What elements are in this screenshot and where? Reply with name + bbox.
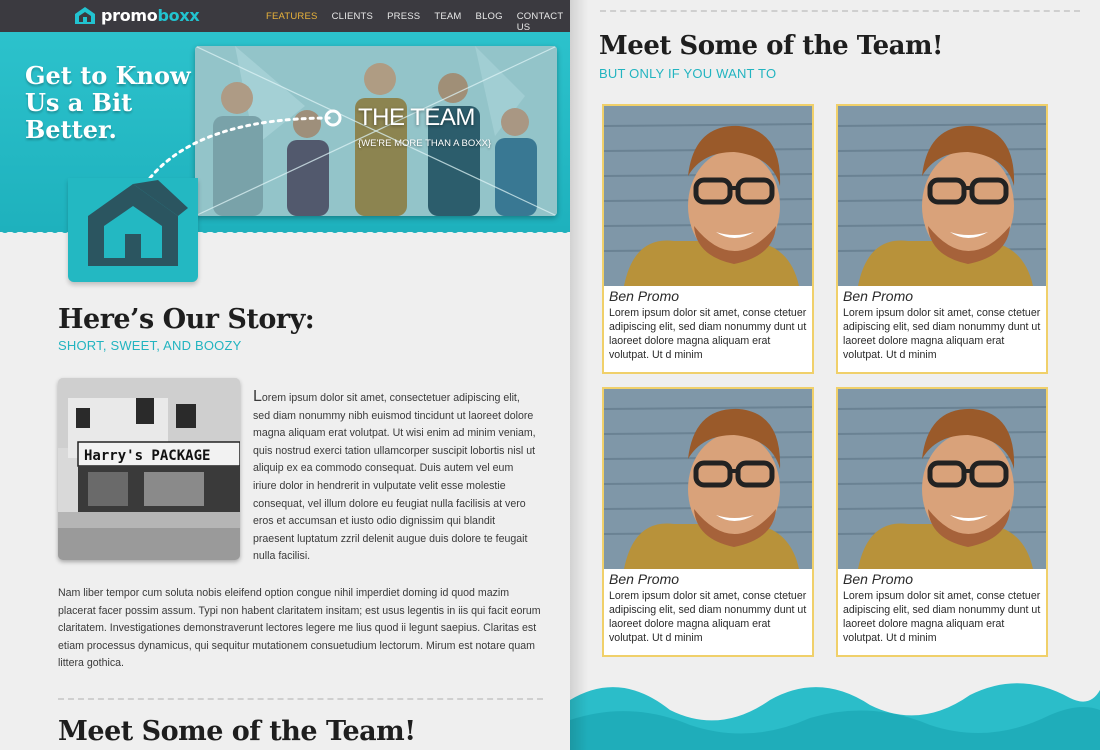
team-card[interactable]: Ben Promo Lorem ipsum dolor sit amet, co… — [836, 387, 1048, 657]
story-paragraph-1: Lorem ipsum dolor sit amet, consectetuer… — [253, 388, 536, 563]
member-name: Ben Promo — [843, 288, 914, 304]
story-title: Here’s Our Story: — [58, 304, 315, 335]
photo-title: THE TEAM — [358, 104, 475, 131]
story-paragraph-2: Nam liber tempor cum soluta nobis eleife… — [58, 587, 541, 670]
member-photo — [604, 106, 812, 286]
box-badge — [68, 178, 198, 282]
portrait-illustration — [838, 389, 1046, 569]
open-box-icon — [88, 180, 188, 266]
member-photo — [604, 389, 812, 569]
portrait-illustration — [604, 106, 812, 286]
left-page: promoboxx FEATURES CLIENTS PRESS TEAM BL… — [0, 0, 570, 750]
section-divider — [58, 698, 543, 700]
store-illustration: Harry's PACKAGE — [58, 378, 240, 560]
main-nav: FEATURES CLIENTS PRESS TEAM BLOG CONTACT… — [266, 11, 570, 33]
right-page: Meet Some of the Team! BUT ONLY IF YOU W… — [570, 0, 1100, 750]
team-card[interactable]: Ben Promo Lorem ipsum dolor sit amet, co… — [836, 104, 1048, 374]
nav-team[interactable]: TEAM — [434, 11, 461, 33]
team-heading: Meet Some of the Team! — [599, 31, 943, 61]
member-bio: Lorem ipsum dolor sit amet, conse ctetue… — [843, 307, 1041, 361]
member-photo — [838, 106, 1046, 286]
nav-features[interactable]: FEATURES — [266, 11, 318, 33]
logo[interactable]: promoboxx — [73, 5, 200, 25]
portrait-illustration — [604, 389, 812, 569]
member-name: Ben Promo — [609, 571, 680, 587]
member-photo — [838, 389, 1046, 569]
member-name: Ben Promo — [843, 571, 914, 587]
nav-press[interactable]: PRESS — [387, 11, 420, 33]
store-sign-text: Harry's PACKAGE — [84, 448, 210, 464]
story-subtitle: SHORT, SWEET, AND BOOZY — [58, 338, 242, 353]
team-card[interactable]: Ben Promo Lorem ipsum dolor sit amet, co… — [602, 104, 814, 374]
member-bio: Lorem ipsum dolor sit amet, conse ctetue… — [843, 590, 1041, 644]
member-bio: Lorem ipsum dolor sit amet, conse ctetue… — [609, 307, 807, 361]
top-navbar: promoboxx FEATURES CLIENTS PRESS TEAM BL… — [0, 0, 570, 33]
photo-subtitle: {WE'RE MORE THAN A BOXX} — [358, 138, 492, 149]
dotted-path — [148, 109, 342, 180]
team-card[interactable]: Ben Promo Lorem ipsum dolor sit amet, co… — [602, 387, 814, 657]
team-subheading: BUT ONLY IF YOU WANT TO — [599, 66, 777, 81]
member-bio: Lorem ipsum dolor sit amet, conse ctetue… — [609, 590, 807, 644]
logo-text: promoboxx — [101, 5, 200, 25]
nav-contact[interactable]: CONTACT US — [517, 11, 563, 33]
dropcap: L — [253, 388, 262, 405]
nav-blog[interactable]: BLOG — [476, 11, 503, 33]
nav-clients[interactable]: CLIENTS — [332, 11, 374, 33]
team-heading-left: Meet Some of the Team! — [58, 716, 416, 747]
store-photo: Harry's PACKAGE — [58, 378, 240, 560]
member-name: Ben Promo — [609, 288, 680, 304]
page-fold-shadow — [570, 0, 588, 750]
portrait-illustration — [838, 106, 1046, 286]
wave-footer — [570, 683, 1100, 750]
section-divider-top — [600, 10, 1080, 12]
house-box-icon — [75, 7, 95, 24]
